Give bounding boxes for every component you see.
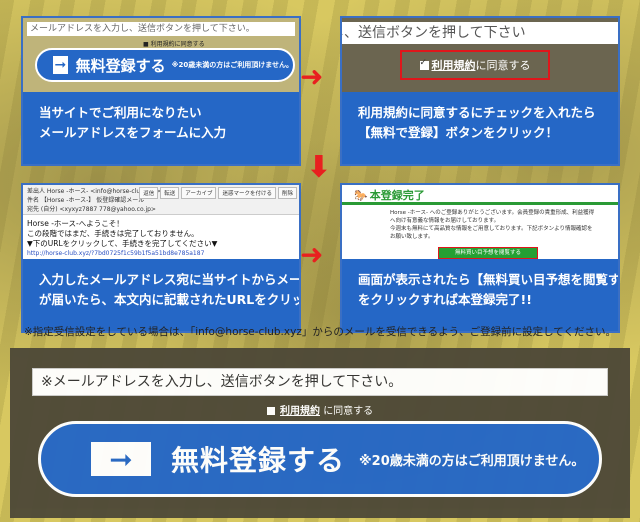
registration-complete-title: 🐎 本登録完了 — [354, 189, 425, 202]
step-1-sample-input: メールアドレスを入力し、送信ボタンを押して下さい。 — [27, 22, 295, 36]
terms-agree-row: 利用規約 に同意する — [10, 402, 630, 417]
step-4-panel: 🐎 本登録完了 Horse -ホース- へのご登録ありがとうございます。会員登録の… — [340, 183, 620, 333]
step-2-screenshot: し、送信ボタンを押して下さい 利用規約 に同意する — [342, 18, 618, 94]
step-3-panel: 差出人 Horse -ホース- <info@horse-club.xyz> 件名… — [21, 183, 301, 333]
email-input[interactable] — [32, 368, 608, 396]
step-2-panel: し、送信ボタンを押して下さい 利用規約 に同意する 利用規約に同意するにチェック… — [340, 16, 620, 166]
step-2-sample-input: し、送信ボタンを押して下さい — [342, 22, 618, 44]
submit-label: 無料登録する — [171, 444, 346, 477]
receive-setting-notice: ※指定受信設定をしている場合は、「info@horse-club.xyz」からの… — [24, 326, 616, 338]
registration-form: 利用規約 に同意する ➞ 無料登録する ※20歳未満の方はご利用頂けません。 — [10, 348, 630, 518]
email-toolbar: 返信 転送 アーカイブ 迷惑マークを付ける 削除 — [139, 187, 297, 199]
right-arrow-icon: ➞ — [53, 56, 68, 74]
checkbox-checked-icon — [419, 58, 429, 70]
horse-icon: 🐎 — [354, 189, 368, 202]
step-4-screenshot: 🐎 本登録完了 Horse -ホース- へのご登録ありがとうございます。会員登録の… — [342, 185, 618, 261]
step-3-caption: 入力したメールアドレス宛に当サイトからメール が届いたら、本文内に記載されたUR… — [23, 259, 299, 331]
step-1-panel: メールアドレスを入力し、送信ボタンを押して下さい。 ■ 利用規約に同意する ➞ … — [21, 16, 301, 166]
step-1-screenshot: メールアドレスを入力し、送信ボタンを押して下さい。 ■ 利用規約に同意する ➞ … — [23, 18, 299, 94]
step-2-highlight-agree: 利用規約 に同意する — [400, 50, 550, 80]
terms-agree-label: に同意する — [323, 406, 374, 417]
red-arrow-icon: ➜ — [300, 60, 324, 93]
terms-link[interactable]: 利用規約 — [280, 406, 320, 417]
age-restriction-note: ※20歳未満の方はご利用頂けません。 — [359, 453, 585, 469]
free-register-button[interactable]: ➞ 無料登録する ※20歳未満の方はご利用頂けません。 — [38, 421, 602, 497]
step-4-caption: 画面が表示されたら【無料買い目予想を閲覧する】 をクリックすれば本登録完了!! — [342, 259, 618, 331]
email-confirm-url: http://horse-club.xyz/?7bd0725f1c59b1f5a… — [27, 250, 205, 257]
step-2-caption: 利用規約に同意するにチェックを入れたら 【無料で登録】ボタンをクリック！ — [342, 92, 618, 164]
step-4-sample-button: 無料買い目予想を閲覧する — [438, 247, 538, 259]
terms-checkbox[interactable] — [266, 407, 275, 415]
right-arrow-icon: ➞ — [91, 442, 151, 476]
registration-complete-text: Horse -ホース- へのご登録ありがとうございます。会員登録の貴重形成、利益… — [390, 210, 595, 240]
step-1-sample-button: ➞ 無料登録する ※20歳未満の方はご利用頂けません。 — [35, 48, 295, 82]
step-3-screenshot: 差出人 Horse -ホース- <info@horse-club.xyz> 件名… — [23, 185, 299, 261]
step-1-caption: 当サイトでご利用になりたい メールアドレスをフォームに入力 — [23, 92, 299, 164]
red-arrow-icon: ➜ — [300, 238, 324, 271]
email-body: Horse -ホース-へようこそ！ この段階ではまだ、手続きは完了しておりません… — [27, 219, 218, 257]
step-1-sample-agree: ■ 利用規約に同意する — [143, 41, 205, 48]
email-header: 差出人 Horse -ホース- <info@horse-club.xyz> 件名… — [23, 185, 299, 215]
